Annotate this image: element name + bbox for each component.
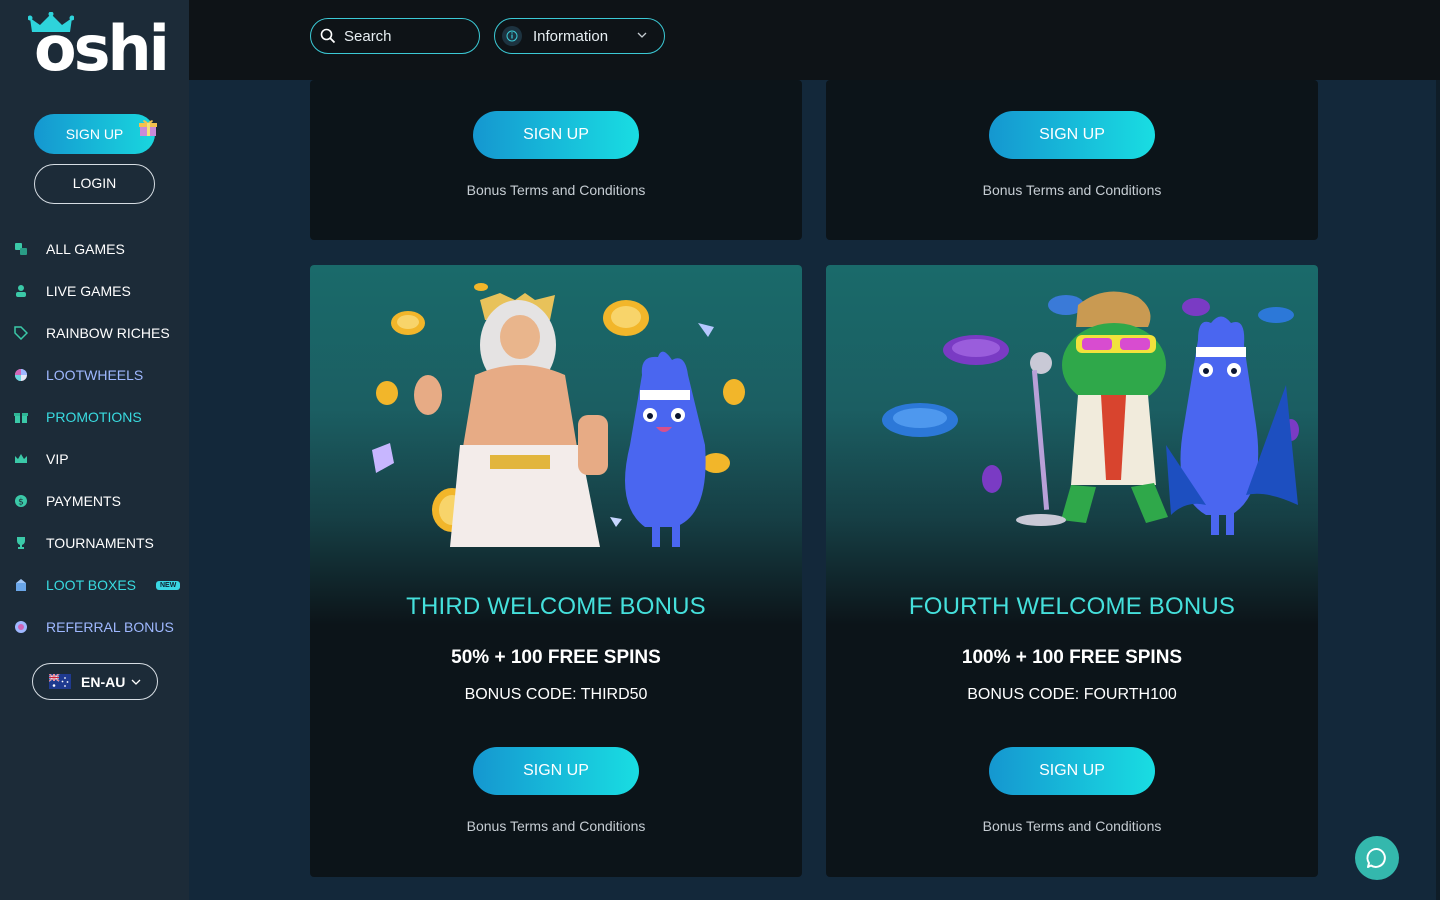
sidebar-item-payments[interactable]: $ PAYMENTS xyxy=(0,480,189,522)
sidebar-item-tournaments[interactable]: TOURNAMENTS xyxy=(0,522,189,564)
signup-button[interactable]: SIGN UP xyxy=(989,111,1155,159)
referral-icon xyxy=(14,620,28,634)
info-icon xyxy=(502,26,522,46)
search-input[interactable]: Search xyxy=(310,18,480,54)
sidebar-item-label: RAINBOW RICHES xyxy=(46,325,170,341)
sidebar-item-label: REFERRAL BONUS xyxy=(46,619,174,635)
sidebar-item-label: LOOT BOXES xyxy=(46,577,136,593)
crown-icon xyxy=(14,452,28,466)
bonus-hero-image xyxy=(310,265,802,625)
oshi-logo[interactable]: oshi xyxy=(28,12,170,85)
bonus-card-fourth: FOURTH WELCOME BONUS 100% + 100 FREE SPI… xyxy=(826,265,1318,877)
bonus-terms-link[interactable]: Bonus Terms and Conditions xyxy=(310,182,802,198)
svg-text:$: $ xyxy=(18,498,24,508)
gift-icon xyxy=(139,120,157,136)
wheel-icon xyxy=(14,368,28,382)
sidebar-item-label: PAYMENTS xyxy=(46,493,121,509)
dice-icon xyxy=(14,242,28,256)
information-dropdown[interactable]: Information xyxy=(494,18,665,54)
zeus-mascot-illustration xyxy=(372,283,745,547)
search-placeholder: Search xyxy=(344,27,392,45)
language-selector[interactable]: EN-AU xyxy=(32,663,158,700)
chat-bubble-icon xyxy=(1366,848,1386,868)
top-bar: Search Information xyxy=(189,0,1440,80)
bonus-offer: 100% + 100 FREE SPINS xyxy=(961,647,1183,668)
dealer-icon xyxy=(14,284,28,298)
sidebar-login-button[interactable]: LOGIN xyxy=(34,164,155,204)
tag-icon xyxy=(14,326,28,340)
sidebar-item-label: TOURNAMENTS xyxy=(46,535,154,551)
search-icon xyxy=(320,28,336,44)
chevron-down-icon xyxy=(131,679,141,685)
sidebar-item-label: ALL GAMES xyxy=(46,241,125,257)
language-label: EN-AU xyxy=(81,673,126,690)
sidebar-item-label: PROMOTIONS xyxy=(46,409,142,425)
coin-icon: $ xyxy=(14,494,28,508)
sidebar-nav: ALL GAMES LIVE GAMES RAINBOW RICHES LOOT… xyxy=(0,228,189,648)
bonus-terms-link[interactable]: Bonus Terms and Conditions xyxy=(826,182,1318,198)
bonus-hero-image xyxy=(826,265,1318,625)
signup-button[interactable]: SIGN UP xyxy=(989,747,1155,795)
page-scrollbar[interactable] xyxy=(1436,80,1440,900)
bonus-title: THIRD WELCOME BONUS xyxy=(406,593,706,620)
bonus-card-first: SIGN UP Bonus Terms and Conditions xyxy=(826,80,1318,240)
australia-flag-icon xyxy=(49,674,71,689)
frog-mascot-illustration xyxy=(882,291,1299,535)
sidebar: oshi SIGN UP LOGIN ALL GAMES LIVE GAMES … xyxy=(0,0,189,900)
information-label: Information xyxy=(533,27,609,45)
signup-button[interactable]: SIGN UP xyxy=(473,747,639,795)
bonus-code: BONUS CODE: FOURTH100 xyxy=(967,686,1177,703)
bonus-terms-link[interactable]: Bonus Terms and Conditions xyxy=(310,818,802,834)
sidebar-item-referral-bonus[interactable]: REFERRAL BONUS xyxy=(0,606,189,648)
bonus-card-second: SIGN UP Bonus Terms and Conditions xyxy=(310,80,802,240)
sidebar-item-all-games[interactable]: ALL GAMES xyxy=(0,228,189,270)
sidebar-item-promotions[interactable]: PROMOTIONS xyxy=(0,396,189,438)
bonus-title: FOURTH WELCOME BONUS xyxy=(908,593,1236,620)
sidebar-signup-button[interactable]: SIGN UP xyxy=(34,114,155,154)
bonus-offer: 50% + 100 FREE SPINS xyxy=(451,647,661,668)
sidebar-item-label: LIVE GAMES xyxy=(46,283,131,299)
new-badge: NEW xyxy=(156,580,181,590)
bonus-terms-link[interactable]: Bonus Terms and Conditions xyxy=(826,818,1318,834)
chat-button[interactable] xyxy=(1355,836,1399,880)
signup-button[interactable]: SIGN UP xyxy=(473,111,639,159)
sidebar-item-label: VIP xyxy=(46,451,69,467)
sidebar-item-live-games[interactable]: LIVE GAMES xyxy=(0,270,189,312)
lootbox-icon xyxy=(14,578,28,592)
logo-text: oshi xyxy=(34,12,170,85)
gift-icon xyxy=(14,410,28,424)
sidebar-item-rainbow-riches[interactable]: RAINBOW RICHES xyxy=(0,312,189,354)
sidebar-item-label: LOOTWHEELS xyxy=(46,367,144,383)
bonus-code: BONUS CODE: THIRD50 xyxy=(464,686,648,703)
trophy-icon xyxy=(14,536,28,550)
chevron-down-icon xyxy=(637,32,647,38)
sidebar-item-vip[interactable]: VIP xyxy=(0,438,189,480)
sidebar-item-loot-boxes[interactable]: LOOT BOXES NEW xyxy=(0,564,189,606)
sidebar-item-lootwheels[interactable]: LOOTWHEELS xyxy=(0,354,189,396)
bonus-card-third: THIRD WELCOME BONUS 50% + 100 FREE SPINS… xyxy=(310,265,802,877)
